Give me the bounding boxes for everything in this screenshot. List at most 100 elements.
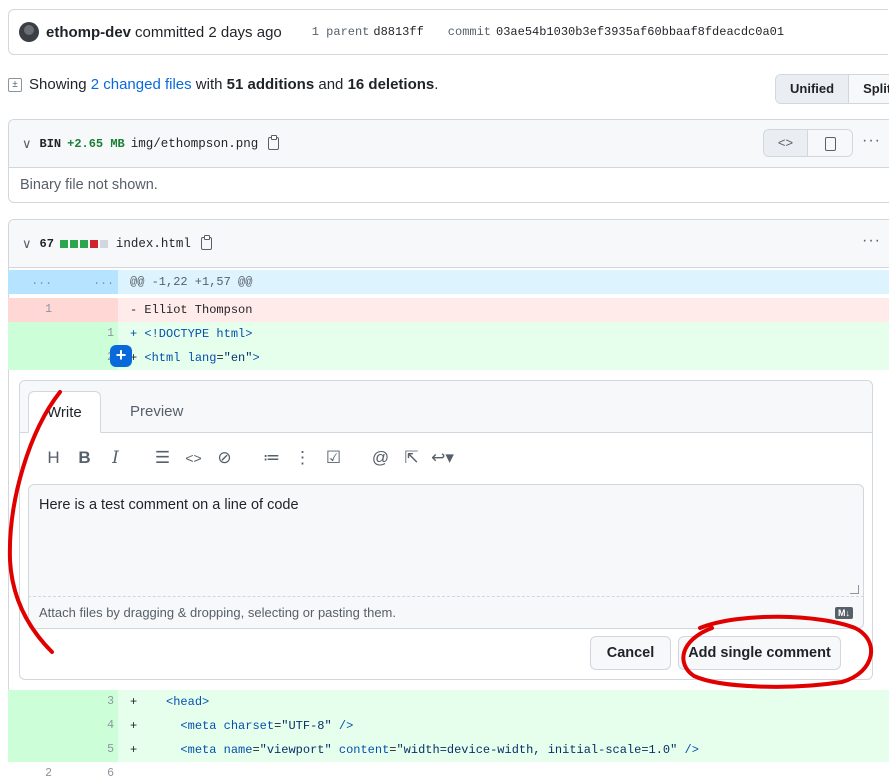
line-change-count: 67 [39, 236, 54, 251]
context-line[interactable]: 2 6 [8, 762, 889, 778]
diffstat-block [69, 239, 78, 248]
line-code: + <html lang="en"> [130, 346, 260, 370]
commit-header: ethomp-dev committed 2 days ago 1 parent… [8, 9, 888, 55]
file-name-link[interactable]: index.html [116, 237, 191, 251]
line-code: + <meta name="viewport" content="width=d… [130, 738, 699, 762]
added-line[interactable]: 2 + <html lang="en"> [8, 346, 889, 370]
commit-sha[interactable]: 03ae54b1030b3ef3935af60bbaaf8fdeacdc0a01 [496, 25, 784, 39]
summary-and: and [318, 76, 344, 93]
diff-prefix: + [130, 719, 138, 733]
file-name-link[interactable]: img/ethompson.png [131, 137, 259, 151]
deletions-count: 16 deletions [347, 76, 435, 93]
code-attr: lang [187, 351, 217, 365]
unordered-list-icon[interactable]: ≔ [256, 448, 287, 468]
changed-files-link[interactable]: 2 changed files [91, 76, 192, 93]
file-header: ∨ 67 index.html ··· [9, 220, 889, 268]
code-string: "UTF-8" [281, 719, 332, 733]
code-attr: charset [223, 719, 275, 733]
resize-handle-icon[interactable] [850, 585, 859, 594]
markdown-toolbar: H B I ☰ <> ⊘ ≔ ⋮ ☑ @ ⇱ ↩▾ [38, 445, 458, 471]
code-tag: <meta [180, 719, 224, 733]
new-line-number[interactable]: 3 [58, 690, 114, 714]
commit-author-link[interactable]: ethomp-dev [46, 24, 131, 41]
chevron-down-icon[interactable]: ∨ [22, 136, 32, 152]
comment-text: Here is a test comment on a line of code [39, 497, 299, 513]
link-icon[interactable]: ⊘ [209, 448, 240, 468]
markdown-icon[interactable]: M↓ [835, 607, 853, 619]
tab-preview[interactable]: Preview [112, 391, 201, 433]
hunk-header-row[interactable]: ... ... @@ -1,22 +1,57 @@ [8, 270, 889, 294]
tab-write[interactable]: Write [28, 391, 101, 433]
parent-label: 1 parent [311, 25, 370, 39]
add-comment-plus-button[interactable]: + [110, 345, 132, 367]
added-line[interactable]: 1 + <!DOCTYPE html> [8, 322, 889, 346]
copy-path-icon[interactable] [200, 235, 212, 250]
line-code: + <head> [130, 690, 209, 714]
code-attr: content [331, 743, 390, 757]
commit-label: commit [447, 25, 492, 39]
code-tag: <head> [166, 695, 210, 709]
unified-view-button[interactable]: Unified [776, 75, 850, 103]
new-line-number[interactable]: 5 [58, 738, 114, 762]
old-line-number[interactable]: ... [8, 270, 52, 294]
add-single-comment-button[interactable]: Add single comment [678, 636, 841, 670]
kebab-menu-icon[interactable]: ··· [862, 132, 881, 150]
binary-badge: BIN [39, 136, 62, 151]
summary-period: . [434, 76, 439, 93]
new-line-number[interactable]: ... [58, 270, 114, 294]
comment-textarea[interactable]: Here is a test comment on a line of code [28, 484, 864, 596]
cancel-button[interactable]: Cancel [590, 636, 671, 670]
diff-view-toggle: Unified Split [775, 74, 889, 104]
ordered-list-icon[interactable]: ⋮ [287, 448, 318, 468]
diffstat-block [89, 239, 98, 248]
added-line[interactable]: 4 + <meta charset="UTF-8" /> [8, 714, 889, 738]
code-tag-close: /> [677, 743, 699, 757]
code-eq: = [216, 351, 224, 365]
italic-icon[interactable]: I [100, 448, 131, 468]
old-line-number[interactable]: 2 [8, 762, 52, 778]
bold-icon[interactable]: B [69, 448, 100, 468]
new-line-number[interactable]: 2 [58, 346, 114, 370]
avatar[interactable] [19, 22, 39, 42]
new-line-number[interactable]: 1 [58, 322, 114, 346]
diffstat-block [99, 239, 108, 248]
chevron-down-icon[interactable]: ∨ [22, 236, 32, 252]
mention-icon[interactable]: @ [365, 448, 396, 468]
rich-view-button[interactable] [808, 130, 852, 156]
file-diff-binary: ∨ BIN +2.65 MB img/ethompson.png <> ··· … [8, 119, 889, 203]
code-icon[interactable]: <> [178, 450, 209, 466]
inline-comment-form: Write Preview H B I ☰ <> ⊘ ≔ ⋮ ☑ @ ⇱ ↩▾ … [19, 380, 873, 680]
attach-hint: Attach files by dragging & dropping, sel… [39, 605, 396, 620]
file-size-change: +2.65 MB [67, 136, 125, 151]
code-string: "width=device-width, initial-scale=1.0" [396, 743, 678, 757]
copy-path-icon[interactable] [268, 135, 280, 150]
attach-files-bar[interactable]: Attach files by dragging & dropping, sel… [28, 596, 864, 629]
diff-prefix: + [130, 695, 138, 709]
reply-icon[interactable]: ↩▾ [427, 448, 458, 468]
summary-prefix: Showing [29, 76, 87, 93]
diffstat-block [79, 239, 88, 248]
heading-icon[interactable]: H [38, 448, 69, 468]
code-tag: <html [144, 351, 188, 365]
summary-with: with [195, 76, 223, 93]
diffstat-block [59, 239, 68, 248]
line-code: - Elliot Thompson [130, 303, 253, 317]
split-view-button[interactable]: Split [849, 75, 889, 103]
file-header: ∨ BIN +2.65 MB img/ethompson.png <> ··· [9, 120, 889, 168]
new-line-number[interactable]: 6 [58, 762, 114, 778]
source-view-button[interactable]: <> [764, 130, 808, 156]
binary-message: Binary file not shown. [20, 177, 158, 193]
additions-count: 51 additions [226, 76, 315, 93]
code-tag: <meta [180, 743, 224, 757]
reference-icon[interactable]: ⇱ [396, 448, 427, 468]
kebab-menu-icon[interactable]: ··· [862, 232, 881, 250]
new-line-number[interactable]: 4 [58, 714, 114, 738]
task-list-icon[interactable]: ☑ [318, 448, 349, 468]
quote-icon[interactable]: ☰ [147, 448, 178, 468]
added-line[interactable]: 5 + <meta name="viewport" content="width… [8, 738, 889, 762]
added-line[interactable]: 3 + <head> [8, 690, 889, 714]
parent-sha-link[interactable]: d8813ff [373, 25, 423, 39]
hunk-text: @@ -1,22 +1,57 @@ [130, 275, 253, 289]
old-line-number[interactable]: 1 [8, 298, 52, 322]
deleted-line[interactable]: 1 - Elliot Thompson [8, 298, 889, 322]
